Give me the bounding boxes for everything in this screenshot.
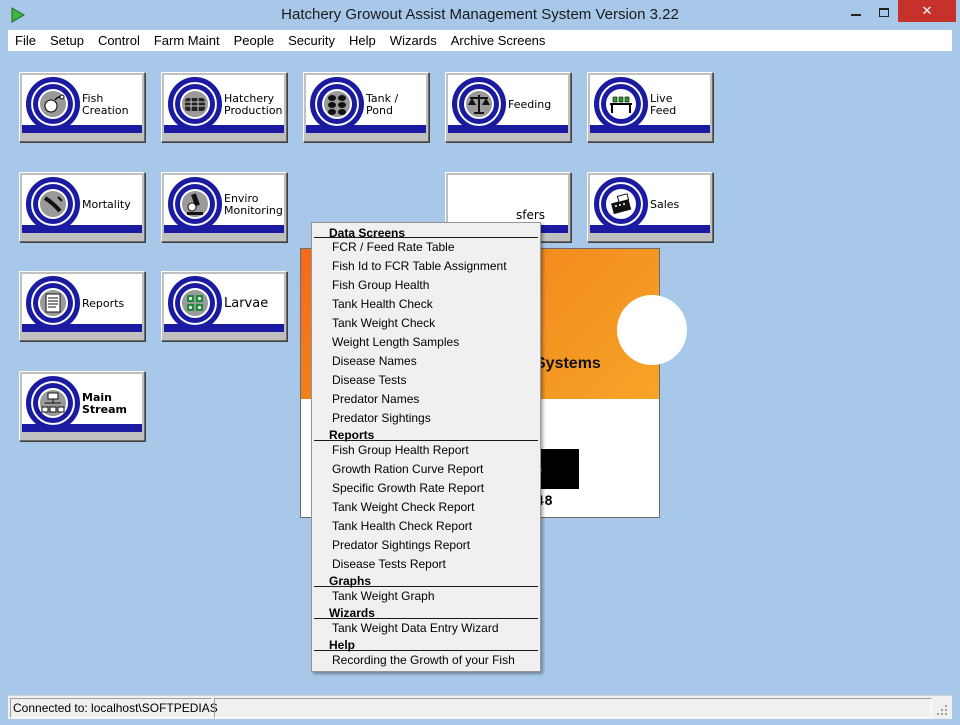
menu-item-predator-names[interactable]: Predator Names <box>332 392 419 406</box>
tile-label: Larvae <box>224 296 286 311</box>
popup-menu: Data Screens FCR / Feed Rate Table Fish … <box>311 222 541 672</box>
menu-setup[interactable]: Setup <box>43 30 91 51</box>
report-icon <box>38 288 68 318</box>
splash-systems-text: Systems <box>535 355 601 372</box>
menu-item-fish-group-health[interactable]: Fish Group Health <box>332 278 429 292</box>
menu-wizards[interactable]: Wizards <box>383 30 444 51</box>
section-divider <box>314 237 538 238</box>
menu-item-tank-health-check[interactable]: Tank Health Check <box>332 297 433 311</box>
menu-item-disease-names[interactable]: Disease Names <box>332 354 417 368</box>
tile-label-line1: Mortality <box>82 198 131 211</box>
close-icon: ✕ <box>921 3 933 18</box>
fish-creation-button[interactable]: Fish Creation <box>19 72 145 142</box>
menu-bar: File Setup Control Farm Maint People Sec… <box>8 30 952 51</box>
tile-label-line2: Monitoring <box>224 204 283 217</box>
menu-file[interactable]: File <box>8 30 43 51</box>
menu-item-tank-weight-check[interactable]: Tank Weight Check <box>332 316 435 330</box>
status-panel-empty <box>214 698 932 718</box>
tile-label-line1: sfers <box>516 208 546 222</box>
enviro-monitoring-button[interactable]: Enviro Monitoring <box>161 172 287 242</box>
menu-control[interactable]: Control <box>91 30 147 51</box>
tile-label-line1: Larvae <box>224 296 269 311</box>
mortality-icon <box>38 189 68 219</box>
reports-button[interactable]: Reports <box>19 271 145 341</box>
tile-label: Main Stream <box>82 392 144 416</box>
menu-item-tank-health-check-report[interactable]: Tank Health Check Report <box>332 519 472 533</box>
main-stream-button[interactable]: Main Stream <box>19 371 145 441</box>
menu-item-disease-tests-report[interactable]: Disease Tests Report <box>332 557 446 571</box>
sales-button[interactable]: Sales <box>587 172 713 242</box>
hatchery-production-icon <box>180 89 210 119</box>
minimize-icon <box>851 14 861 17</box>
menu-item-tank-weight-data-entry-wizard[interactable]: Tank Weight Data Entry Wizard <box>332 621 499 635</box>
larvae-button[interactable]: Larvae <box>161 271 287 341</box>
tile-label-line1: Feeding <box>508 98 552 111</box>
scales-icon <box>464 89 494 119</box>
fish-creation-icon <box>38 89 68 119</box>
window-title: Hatchery Growout Assist Management Syste… <box>281 6 679 23</box>
menu-archive-screens[interactable]: Archive Screens <box>444 30 553 51</box>
tile-label: Enviro Monitoring <box>224 193 286 217</box>
tile-label-line2: Feed <box>650 104 677 117</box>
tile-label-line1: Reports <box>82 297 125 310</box>
tank-pond-button[interactable]: Tank / Pond <box>303 72 429 142</box>
menu-item-tank-weight-check-report[interactable]: Tank Weight Check Report <box>332 500 475 514</box>
menu-farm-maint[interactable]: Farm Maint <box>147 30 227 51</box>
tile-label: sfers <box>516 209 578 221</box>
menu-security[interactable]: Security <box>281 30 342 51</box>
menu-people[interactable]: People <box>227 30 281 51</box>
live-feed-button[interactable]: Live Feed <box>587 72 713 142</box>
splash-white-blob <box>617 295 687 365</box>
live-feed-icon <box>606 89 636 119</box>
tile-label-line1: Sales <box>650 198 680 211</box>
menu-item-tank-weight-graph[interactable]: Tank Weight Graph <box>332 589 435 603</box>
close-button[interactable]: ✕ <box>898 0 956 22</box>
tile-label-line2: Production <box>224 104 283 117</box>
tile-label: Live Feed <box>650 93 712 117</box>
feeding-button[interactable]: Feeding <box>445 72 571 142</box>
tile-label-line2: Creation <box>82 104 129 117</box>
microscope-icon <box>180 189 210 219</box>
hatchery-production-button[interactable]: Hatchery Production <box>161 72 287 142</box>
resize-grip-icon[interactable] <box>936 704 948 716</box>
tile-label: Mortality <box>82 199 144 211</box>
section-divider <box>314 618 538 619</box>
tile-label: Sales <box>650 199 712 211</box>
menu-item-specific-growth-rate-report[interactable]: Specific Growth Rate Report <box>332 481 484 495</box>
menu-item-fish-id-fcr-assignment[interactable]: Fish Id to FCR Table Assignment <box>332 259 507 273</box>
larvae-icon <box>180 288 210 318</box>
menu-item-predator-sightings[interactable]: Predator Sightings <box>332 411 431 425</box>
tile-label-line2: Pond <box>366 104 393 117</box>
maximize-button[interactable] <box>870 0 898 22</box>
menu-item-predator-sightings-report[interactable]: Predator Sightings Report <box>332 538 470 552</box>
tile-label: Tank / Pond <box>366 93 428 117</box>
section-divider <box>314 586 538 587</box>
flowchart-icon <box>38 388 68 418</box>
tile-label: Hatchery Production <box>224 93 286 117</box>
tank-pond-icon <box>322 89 352 119</box>
section-divider <box>314 650 538 651</box>
maximize-icon <box>879 7 889 17</box>
minimize-button[interactable] <box>842 0 870 22</box>
menu-item-disease-tests[interactable]: Disease Tests <box>332 373 406 387</box>
section-divider <box>314 440 538 441</box>
menu-help[interactable]: Help <box>342 30 383 51</box>
menu-item-fish-group-health-report[interactable]: Fish Group Health Report <box>332 443 469 457</box>
tile-label: Reports <box>82 298 144 310</box>
menu-item-recording-growth-of-fish[interactable]: Recording the Growth of your Fish <box>332 653 515 667</box>
mortality-button[interactable]: Mortality <box>19 172 145 242</box>
tile-label: Fish Creation <box>82 93 144 117</box>
tile-label: Feeding <box>508 99 570 111</box>
menu-item-fcr-feed-rate-table[interactable]: FCR / Feed Rate Table <box>332 240 455 254</box>
menu-item-weight-length-samples[interactable]: Weight Length Samples <box>332 335 459 349</box>
connection-status: Connected to: localhost\SOFTPEDIAS <box>10 698 218 718</box>
menu-item-growth-ration-curve-report[interactable]: Growth Ration Curve Report <box>332 462 483 476</box>
cash-register-icon <box>606 189 636 219</box>
mdi-client-area: Fish Creation Hatchery Production Tank / Po… <box>8 51 952 695</box>
title-bar: Hatchery Growout Assist Management Syste… <box>0 0 960 30</box>
tile-label-line2: Stream <box>82 403 127 416</box>
status-bar: Connected to: localhost\SOFTPEDIAS <box>8 695 952 719</box>
